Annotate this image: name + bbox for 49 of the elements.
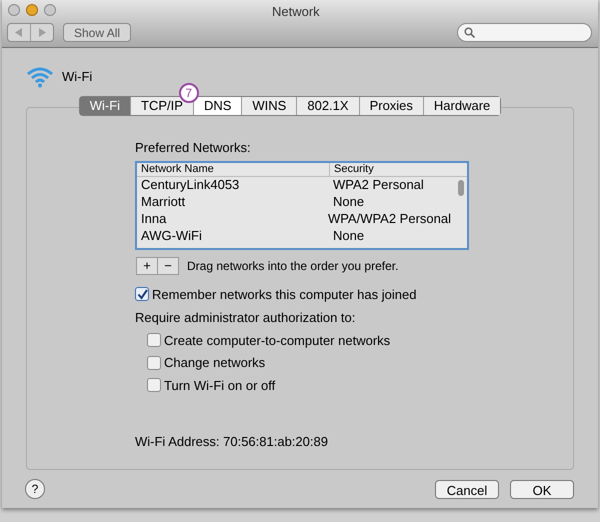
cancel-button[interactable]: Cancel [435, 480, 499, 498]
close-window-icon[interactable] [8, 4, 20, 16]
forward-arrow-icon [38, 28, 46, 36]
checkmark-icon [136, 288, 148, 300]
service-title: Wi-Fi [62, 68, 92, 86]
option-label: Create computer-to-computer networks [164, 332, 390, 350]
network-row[interactable]: Marriott None [137, 194, 467, 210]
wifi-address: Wi-Fi Address: 70:56:81:ab:20:89 [135, 432, 329, 450]
search-field[interactable] [457, 22, 592, 42]
remove-button[interactable]: − [157, 256, 179, 274]
help-button[interactable]: ? [25, 479, 45, 499]
table-cell-text: WPA2 Personal [332, 176, 424, 194]
table-cell-text: Inna [140, 210, 168, 228]
show-all-button[interactable]: Show All [63, 22, 132, 42]
ok-button[interactable]: OK [510, 480, 574, 498]
tab[interactable]: Wi-Fi [80, 97, 130, 115]
checkbox[interactable] [147, 378, 161, 392]
back-forward-control[interactable] [7, 22, 54, 42]
table-cell-text: None [332, 227, 364, 246]
minimize-window-icon[interactable] [26, 4, 38, 16]
checkbox[interactable] [147, 356, 161, 370]
checkbox[interactable] [147, 333, 161, 348]
add-button[interactable]: + [136, 256, 158, 274]
network-list[interactable]: Network Name Security CenturyLink4053 WPA2 Personal Marriott None Inna WPA/WPA2 Personal AWG-WiFi None [135, 160, 469, 250]
table-cell-text: WPA/WPA2 Personal [326, 210, 451, 228]
wifi-icon [26, 66, 54, 88]
network-row[interactable]: CenturyLink4053 WPA2 Personal [137, 176, 467, 194]
network-row[interactable]: Inna WPA/WPA2 Personal [137, 210, 467, 228]
require-label: Require administrator authorization to: [135, 309, 356, 327]
scrollbar [458, 180, 464, 196]
option-label: Turn Wi-Fi on or off [164, 376, 276, 394]
table-cell-text: CenturyLink4053 [140, 176, 240, 194]
option-label: Change networks [164, 354, 266, 372]
search-icon [464, 26, 475, 38]
tab[interactable]: Hardware [422, 97, 500, 115]
zoom-window-icon[interactable] [44, 4, 56, 16]
column-header[interactable]: Security [330, 162, 374, 176]
hint-text: Drag networks into the order you prefer. [187, 258, 398, 274]
back-arrow-icon [15, 28, 23, 36]
table-cell-text: AWG-WiFi [140, 227, 203, 246]
window-title: Network [272, 3, 320, 21]
table-cell-text: Marriott [140, 193, 186, 212]
network-row[interactable]: AWG-WiFi None [137, 228, 467, 244]
checkbox[interactable] [135, 287, 149, 302]
tab[interactable]: DNS [192, 97, 242, 115]
table-cell-text: None [332, 193, 364, 212]
preferred-networks-label: Preferred Networks: [135, 139, 252, 157]
remember-label: Remember networks this computer has joined [152, 286, 416, 304]
column-header[interactable]: Network Name [137, 162, 330, 176]
